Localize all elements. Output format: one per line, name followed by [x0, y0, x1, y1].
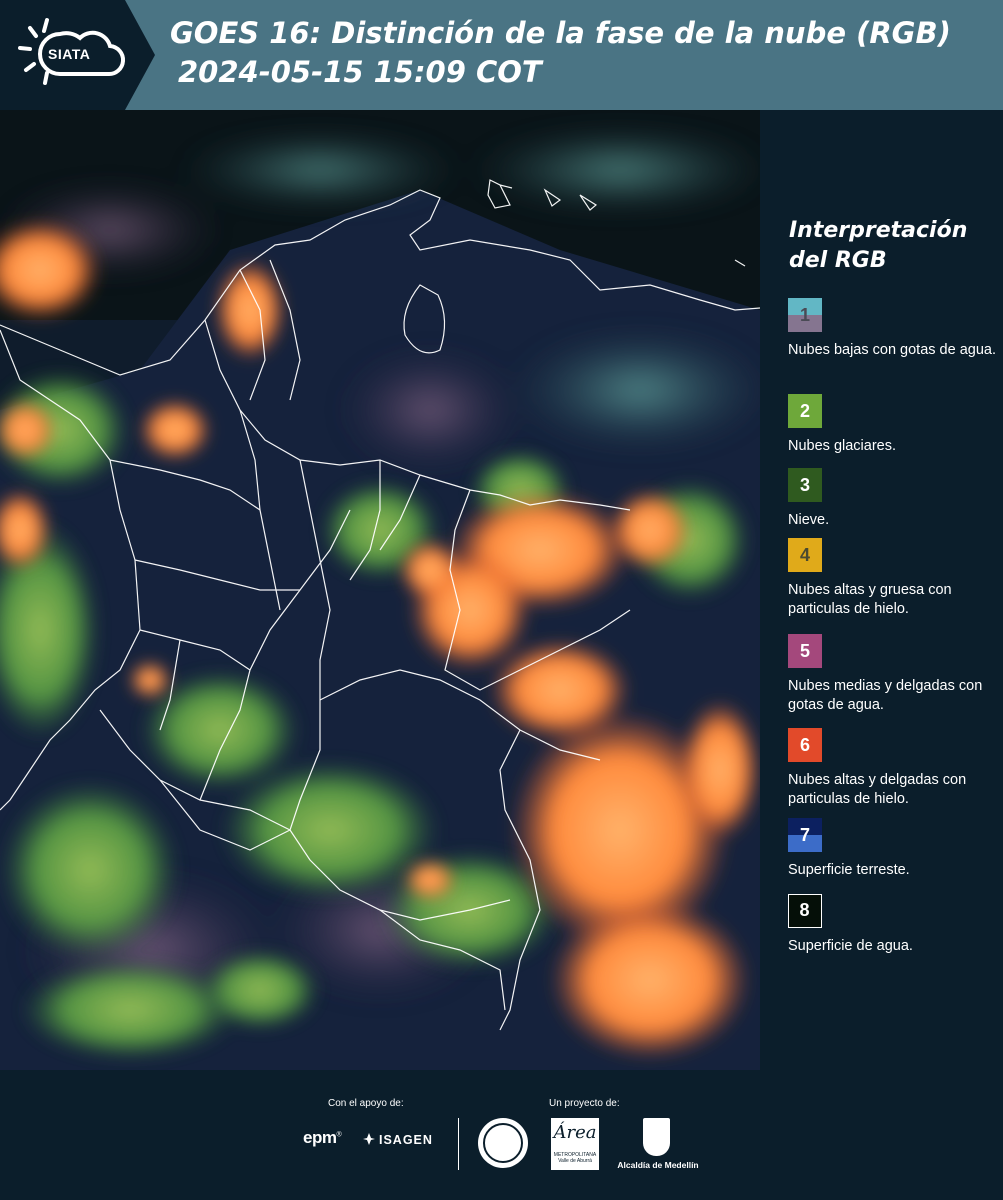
epm-registered-mark: ® — [336, 1131, 342, 1139]
legend-swatch-5: 5 — [788, 634, 822, 668]
legend-swatch-2: 2 — [788, 394, 822, 428]
legend-swatch-7: 7 — [788, 818, 822, 852]
satellite-map[interactable] — [0, 110, 760, 1070]
legend-label-3: Nieve. — [788, 512, 830, 528]
legend-number-2: 2 — [799, 401, 810, 421]
footer: Con el apoyo de: Un proyecto de: epm® IS… — [0, 1070, 1003, 1200]
legend-item-8: 8 Superficie de agua. — [788, 894, 1000, 956]
legend-number-7: 7 — [799, 825, 810, 845]
header: SIATA GOES 16: Distinción de la fase de … — [0, 0, 1003, 110]
title-product: GOES 16: Distinción de la fase de la nub… — [170, 16, 951, 50]
isagen-icon — [363, 1133, 375, 1145]
isagen-logo-text: ISAGEN — [379, 1133, 433, 1147]
area-logo-subtitle: METROPOLITANA Valle de Aburrá — [553, 1152, 597, 1164]
legend-label-2: Nubes glaciares. — [788, 438, 896, 454]
epm-logo: epm® — [303, 1128, 342, 1148]
legend-swatch-6: 6 — [788, 728, 822, 762]
legend-swatch-8: 8 — [788, 894, 822, 928]
title-timestamp: 2024-05-15 15:09 COT — [178, 55, 542, 89]
epm-logo-text: epm — [303, 1128, 337, 1147]
legend-item-6: 6 Nubes altas y delgadas con particulas … — [788, 728, 1000, 809]
legend-label-4: Nubes altas y gruesa con particulas de h… — [788, 582, 952, 617]
legend-swatch-4: 4 — [788, 538, 822, 572]
legend-swatch-1: 1 — [788, 298, 822, 332]
project-label: Un proyecto de: — [549, 1098, 620, 1109]
legend-swatch-3: 3 — [788, 468, 822, 502]
footer-divider — [458, 1118, 459, 1170]
legend-title: Interpretación del RGB — [789, 218, 968, 273]
legend-item-5: 5 Nubes medias y delgadas con gotas de a… — [788, 634, 1000, 715]
page-title: GOES 16: Distinción de la fase de la nub… — [170, 14, 951, 92]
legend-label-5: Nubes medias y delgadas con gotas de agu… — [788, 678, 983, 713]
legend-label-7: Superficie terreste. — [788, 862, 910, 878]
medellin-shield-icon — [643, 1118, 670, 1156]
siata-logo-text: SIATA — [48, 46, 91, 62]
siata-logo: SIATA — [0, 0, 155, 110]
legend-number-8: 8 — [799, 900, 810, 920]
area-logo-word: Área — [553, 1122, 597, 1143]
legend-number-3: 3 — [799, 475, 810, 495]
legend-number-5: 5 — [799, 641, 810, 661]
legend-item-4: 4 Nubes altas y gruesa con particulas de… — [788, 538, 1000, 619]
legend-number-6: 6 — [799, 735, 810, 755]
medellin-label: Alcaldía de Medellín — [617, 1160, 699, 1170]
area-metropolitana-logo: Área METROPOLITANA Valle de Aburrá — [551, 1118, 599, 1170]
legend-number-1: 1 — [799, 305, 810, 325]
legend-item-2: 2 Nubes glaciares. — [788, 394, 1000, 456]
legend-label-8: Superficie de agua. — [788, 938, 913, 954]
legend-label-6: Nubes altas y delgadas con particulas de… — [788, 772, 967, 807]
legend-item-1: 1 Nubes bajas con gotas de agua. — [788, 298, 1000, 360]
antioquia-seal-icon — [478, 1118, 528, 1168]
isagen-logo: ISAGEN — [362, 1132, 433, 1147]
legend-panel: Interpretación del RGB 1 Nubes bajas con… — [760, 110, 1003, 1070]
legend-item-7: 7 Superficie terreste. — [788, 818, 1000, 880]
support-label: Con el apoyo de: — [328, 1098, 404, 1109]
satellite-rgb-map-icon — [0, 110, 760, 1070]
legend-label-1: Nubes bajas con gotas de agua. — [788, 342, 996, 358]
legend-number-4: 4 — [799, 545, 810, 565]
legend-item-3: 3 Nieve. — [788, 468, 1000, 530]
